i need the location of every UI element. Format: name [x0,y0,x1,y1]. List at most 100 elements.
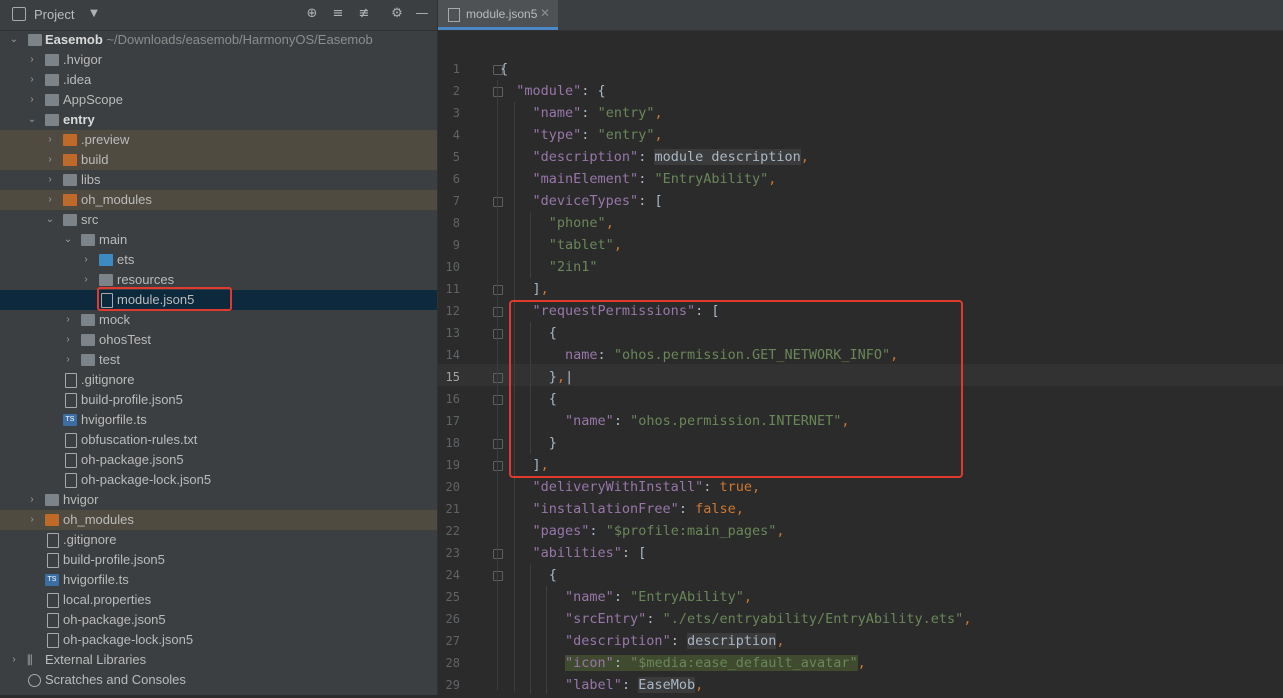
folder-icon [99,274,113,286]
chevron-down-icon[interactable]: ▼ [86,6,102,22]
code-line[interactable]: "module": { [500,80,605,102]
tree-item-mock[interactable]: › mock [0,310,437,330]
folder-icon [63,194,77,206]
hide-icon[interactable]: — [414,6,430,22]
tree-item-entry-build-profile[interactable]: build-profile.json5 [0,390,437,410]
code-line[interactable]: "type": "entry", [500,124,663,146]
project-path: ~/Downloads/easemob/HarmonyOS/Easemob [106,32,373,47]
collapse-all-icon[interactable]: ≢ [356,6,372,22]
chevron-right-icon[interactable]: › [26,510,38,530]
code-line[interactable]: "phone", [500,212,614,234]
chevron-right-icon[interactable]: › [44,170,56,190]
chevron-down-icon[interactable]: ⌄ [44,210,56,230]
line-number: 5 [452,150,460,164]
chevron-right-icon[interactable]: › [80,250,92,270]
tree-item-root-oh-package-lock[interactable]: oh-package-lock.json5 [0,630,437,650]
code-line[interactable]: "icon": "$media:ease_default_avatar", [500,652,866,674]
tree-item-label: oh-package-lock.json5 [81,472,212,487]
tree-item-scratches[interactable]: Scratches and Consoles [0,670,437,690]
tree-item-label: libs [81,172,101,187]
tree-item-test[interactable]: › test [0,350,437,370]
tree-item-build[interactable]: › build [0,150,437,170]
chevron-right-icon[interactable]: › [62,330,74,350]
gear-icon[interactable]: ⚙ [389,6,405,22]
code-line[interactable]: "label": EaseMob, [500,674,703,696]
tree-item-entry-gitignore[interactable]: .gitignore [0,370,437,390]
code-line[interactable]: "name": "entry", [500,102,663,124]
chevron-down-icon[interactable]: ⌄ [26,110,38,130]
chevron-right-icon[interactable]: › [44,190,56,210]
code-line[interactable]: "pages": "$profile:main_pages", [500,520,785,542]
json-file-icon [65,393,77,408]
expand-all-icon[interactable]: ≡ [330,6,346,22]
tree-item-label: entry [63,112,95,127]
code-line[interactable]: "mainElement": "EntryAbility", [500,168,777,190]
project-panel-header: Project ▼ ⊕ ≡ ≢ ⚙ — [0,0,437,31]
code-line[interactable]: "deliveryWithInstall": true, [500,476,761,498]
tab-module-json5[interactable]: module.json5 ✕ [438,0,558,30]
tree-item-main[interactable]: ⌄ main [0,230,437,250]
tree-item-label: build-profile.json5 [63,552,165,567]
chevron-down-icon[interactable]: ⌄ [8,30,20,50]
tree-item-entry-oh-package[interactable]: oh-package.json5 [0,450,437,470]
code-line[interactable]: "installationFree": false, [500,498,744,520]
tree-item-oh-modules[interactable]: › oh_modules [0,190,437,210]
tree-item-hvigor[interactable]: › hvigor [0,490,437,510]
chevron-right-icon[interactable]: › [62,350,74,370]
code-line[interactable]: "2in1" [500,256,598,278]
code-line[interactable]: "description": module description, [500,146,809,168]
code-line[interactable]: "deviceTypes": [ [500,190,663,212]
chevron-right-icon[interactable]: › [44,150,56,170]
code-line[interactable]: "abilities": [ [500,542,647,564]
tree-item-external-libraries[interactable]: › ⫼ External Libraries [0,650,437,670]
folder-icon [81,334,95,346]
chevron-right-icon[interactable]: › [26,50,38,70]
code-line[interactable]: ], [500,278,549,300]
folder-icon [63,214,77,226]
chevron-right-icon[interactable]: › [80,270,92,290]
chevron-right-icon[interactable]: › [26,490,38,510]
tree-item-local-properties[interactable]: local.properties [0,590,437,610]
code-line[interactable]: { [500,58,508,80]
tree-item-preview[interactable]: › .preview [0,130,437,150]
tree-item-root-oh-package[interactable]: oh-package.json5 [0,610,437,630]
tree-item-idea[interactable]: › .idea [0,70,437,90]
tree-item-label: hvigor [63,492,99,507]
tree-item-entry[interactable]: ⌄ entry [0,110,437,130]
tree-item-ets[interactable]: › ets [0,250,437,270]
tree-item-hvigor-dir[interactable]: › .hvigor [0,50,437,70]
locate-icon[interactable]: ⊕ [304,6,320,22]
tree-item-root-gitignore[interactable]: .gitignore [0,530,437,550]
tree-item-ohostest[interactable]: › ohosTest [0,330,437,350]
chevron-right-icon[interactable]: › [8,650,20,670]
chevron-down-icon[interactable]: ⌄ [62,230,74,250]
tree-item-libs[interactable]: › libs [0,170,437,190]
chevron-right-icon[interactable]: › [62,310,74,330]
code-line[interactable]: { [500,564,557,586]
code-line[interactable]: "tablet", [500,234,622,256]
line-number: 3 [452,106,460,120]
tree-item-root-oh-modules[interactable]: › oh_modules [0,510,437,530]
folder-icon [45,114,59,126]
project-panel-title[interactable]: Project [34,7,74,22]
close-icon[interactable]: ✕ [540,6,550,20]
file-icon [65,373,77,388]
tree-item-entry-hvigorfile[interactable]: TS hvigorfile.ts [0,410,437,430]
tree-item-src[interactable]: ⌄ src [0,210,437,230]
chevron-right-icon[interactable]: › [26,90,38,110]
tree-item-root-build-profile[interactable]: build-profile.json5 [0,550,437,570]
project-view-icon [12,7,26,21]
code-line[interactable]: "srcEntry": "./ets/entryability/EntryAbi… [500,608,971,630]
tree-item-obfuscation-rules[interactable]: obfuscation-rules.txt [0,430,437,450]
tree-item-appscope[interactable]: › AppScope [0,90,437,110]
tree-item-label: build-profile.json5 [81,392,183,407]
tree-item-easemob[interactable]: ⌄ Easemob ~/Downloads/easemob/HarmonyOS/… [0,30,437,50]
tree-item-root-hvigorfile[interactable]: TS hvigorfile.ts [0,570,437,590]
line-number: 2 [452,84,460,98]
properties-file-icon [47,593,59,608]
chevron-right-icon[interactable]: › [44,130,56,150]
code-line[interactable]: "description": description, [500,630,785,652]
code-line[interactable]: "name": "EntryAbility", [500,586,752,608]
chevron-right-icon[interactable]: › [26,70,38,90]
tree-item-entry-oh-package-lock[interactable]: oh-package-lock.json5 [0,470,437,490]
